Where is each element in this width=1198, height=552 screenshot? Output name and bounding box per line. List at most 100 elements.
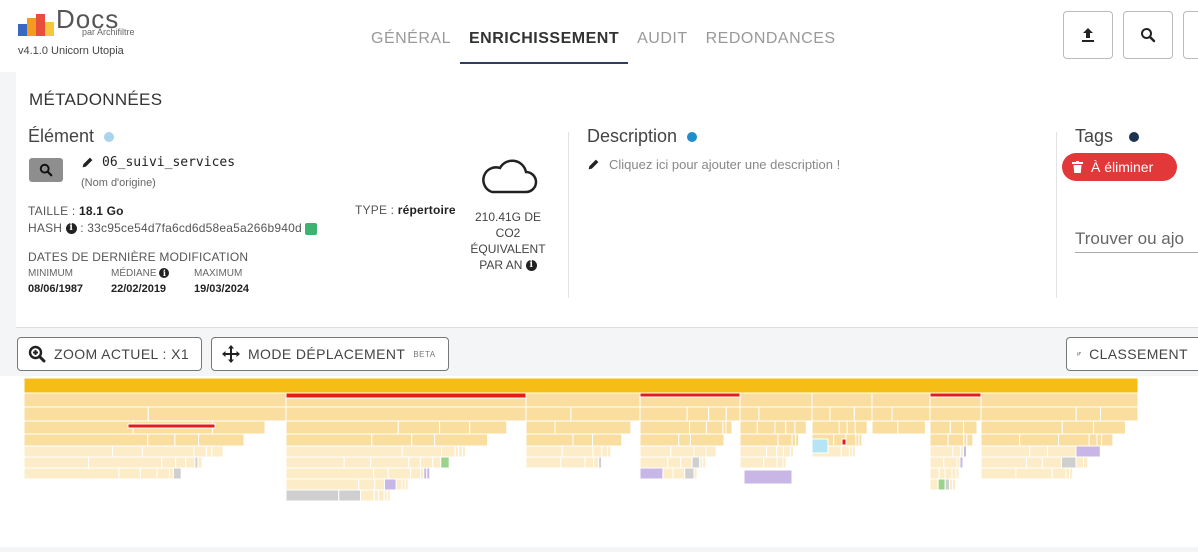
treemap-folder-node[interactable] [1094,421,1126,434]
treemap-folder-node[interactable] [709,407,727,421]
treemap-folder-node[interactable] [24,446,113,457]
description-edit[interactable]: Cliquez ici pour ajouter une description… [587,157,840,172]
treemap-folder-node[interactable] [573,434,593,446]
treemap-folder-node[interactable] [212,446,223,457]
treemap-folder-node[interactable] [981,457,1027,468]
treemap-tagged-node[interactable] [286,393,526,398]
treemap-folder-node[interactable] [1061,457,1076,468]
treemap-folder-node[interactable] [24,434,148,446]
treemap-folder-node[interactable] [640,421,690,434]
element-name-row[interactable]: 06_suivi_services [81,155,235,170]
more-button[interactable] [1183,11,1198,59]
tag-search-input[interactable] [1075,226,1198,253]
treemap-folder-node[interactable] [176,457,186,468]
treemap-canvas[interactable] [0,376,1198,547]
tab-general[interactable]: GÉNÉRAL [362,30,460,64]
treemap-folder-node[interactable] [681,457,692,468]
treemap-folder-node[interactable] [593,434,622,446]
description-placeholder[interactable]: Cliquez ici pour ajouter une description… [609,157,840,172]
treemap-folder-node[interactable] [1016,468,1052,479]
treemap-folder-node[interactable] [555,421,631,434]
info-icon[interactable]: i [66,223,77,234]
treemap-folder-node[interactable] [585,457,594,468]
treemap-folder-node[interactable] [892,407,930,421]
treemap-folder-node[interactable] [405,479,408,490]
treemap-folder-node[interactable] [359,479,375,490]
treemap-folder-node[interactable] [286,479,359,490]
treemap-folder-node[interactable] [640,468,663,479]
treemap-folder-node[interactable] [841,446,849,457]
treemap-folder-node[interactable] [740,457,764,468]
treemap-folder-node[interactable] [398,421,439,434]
treemap-tagged-node[interactable] [128,424,215,428]
treemap-folder-node[interactable] [371,457,409,468]
treemap-folder-node[interactable] [286,421,398,434]
treemap-folder-node[interactable] [387,490,390,501]
treemap-folder-node[interactable] [930,421,950,434]
treemap-folder-node[interactable] [685,468,694,479]
treemap-folder-node[interactable] [726,421,732,434]
treemap-folder-node[interactable] [286,446,402,457]
treemap-folder-node[interactable] [964,421,977,434]
treemap-folder-node[interactable] [854,407,872,421]
treemap-folder-node[interactable] [1052,468,1066,479]
treemap-folder-node[interactable] [956,468,959,479]
treemap-folder-node[interactable] [981,468,1016,479]
treemap-folder-node[interactable] [1030,446,1048,457]
treemap-folder-node[interactable] [783,457,786,468]
treemap-folder-node[interactable] [944,457,957,468]
treemap-folder-node[interactable] [930,479,938,490]
treemap-folder-node[interactable] [1084,457,1088,468]
treemap-folder-node[interactable] [740,421,757,434]
treemap-folder-node[interactable] [372,434,412,446]
treemap-folder-node[interactable] [981,421,1062,434]
treemap-folder-node[interactable] [286,490,339,501]
treemap-folder-node[interactable] [409,457,421,468]
treemap-folder-node[interactable] [199,434,244,446]
treemap-folder-node[interactable] [526,407,571,421]
treemap-folder-node[interactable] [24,457,89,468]
treemap-folder-node[interactable] [412,434,435,446]
treemap-folder-node[interactable] [142,446,193,457]
treemap-folder-node[interactable] [692,457,700,468]
treemap-folder-node[interactable] [1100,407,1138,421]
treemap-folder-node[interactable] [1076,457,1083,468]
treemap-folder-node[interactable] [212,421,265,434]
treemap-folder-node[interactable] [360,490,374,501]
treemap-folder-node[interactable] [186,457,195,468]
treemap-folder-node[interactable] [812,421,839,434]
treemap-root-node[interactable] [24,378,1138,393]
treemap-folder-node[interactable] [950,421,963,434]
treemap-folder-node[interactable] [930,407,981,421]
treemap-folder-node[interactable] [830,407,854,421]
treemap-folder-node[interactable] [175,434,199,446]
treemap-folder-node[interactable] [939,468,945,479]
treemap-folder-node[interactable] [953,446,961,457]
treemap-folder-node[interactable] [169,468,173,479]
treemap-folder-node[interactable] [374,490,378,501]
treemap-folder-node[interactable] [663,468,673,479]
treemap-folder-node[interactable] [1020,434,1059,446]
search-button[interactable] [1123,11,1173,59]
treemap-folder-node[interactable] [526,457,561,468]
treemap-folder-node[interactable] [526,434,573,446]
treemap-folder-node[interactable] [981,407,1076,421]
treemap-folder-node[interactable] [1047,446,1076,457]
treemap-folder-node[interactable] [344,457,371,468]
treemap-folder-node[interactable] [777,446,784,457]
treemap-folder-node[interactable] [1027,457,1043,468]
treemap-folder-node[interactable] [140,468,157,479]
treemap-folder-node[interactable] [162,457,176,468]
treemap-folder-node[interactable] [427,468,430,479]
treemap-folder-node[interactable] [960,457,963,468]
treemap-folder-node[interactable] [24,468,119,479]
treemap-file-node[interactable] [744,470,792,484]
treemap-folder-node[interactable] [148,407,286,421]
treemap-folder-node[interactable] [726,407,740,421]
export-button[interactable] [1063,11,1113,59]
treemap-folder-node[interactable] [740,446,767,457]
treemap-folder-node[interactable] [952,479,955,490]
treemap-folder-node[interactable] [759,407,812,421]
treemap-folder-node[interactable] [740,407,759,421]
treemap-folder-node[interactable] [198,457,202,468]
